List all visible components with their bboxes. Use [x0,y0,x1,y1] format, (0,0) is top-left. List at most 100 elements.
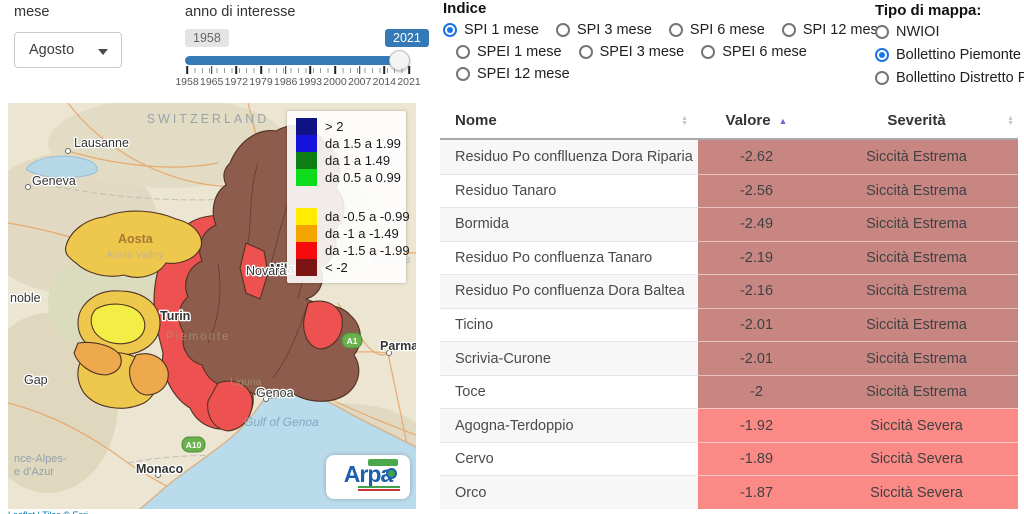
slider-tick-label: 1986 [274,76,297,88]
slider-tick-labels: 1958196519721979198619932000200720142021 [187,76,409,88]
radio-circle [701,45,715,59]
value-cell: -2.16 [698,274,815,308]
severity-cell: Siccità Estrema [815,207,1018,241]
slider-tick [310,66,312,74]
severity-cell: Siccità Severa [815,475,1018,509]
label-novara: Novara [246,264,286,278]
legend-label: da 1.5 a 1.99 [325,136,401,151]
radio-spei-12-mese[interactable]: SPEI 12 mese [456,66,570,82]
radio-spi-6-mese[interactable]: SPI 6 mese [669,22,765,38]
table-body: Residuo Po conflluenza Dora Riparia -2.6… [440,140,1018,509]
slider-tick-label: 2000 [323,76,346,88]
slider-tick [186,66,188,74]
basin-name-cell: Ticino [440,308,698,342]
radio-spi-12-mese[interactable]: SPI 12 mese [782,22,886,38]
chevron-down-icon [98,49,108,55]
basin-name-cell: Bormida [440,207,698,241]
legend-negative-group: da -0.5 a -0.99 da -1 a -1.49 da -1.5 a … [296,208,398,276]
value-cell: -1.87 [698,475,815,509]
legend-swatch [296,242,317,259]
label-geneva: Geneva [32,174,76,188]
value-cell: -2.62 [698,140,815,174]
radio-spei-1-mese[interactable]: SPEI 1 mese [456,44,562,60]
radio-circle [782,23,796,37]
tipo-mappa-heading: Tipo di mappa: [875,2,981,19]
label-aosta: Aosta [118,232,154,246]
radio-circle [669,23,683,37]
radio-spi-3-mese[interactable]: SPI 3 mese [556,22,652,38]
sort-icon: ▲▼ [681,116,688,126]
radio-label: SPEI 1 mese [477,44,562,60]
slider-tick-label: 1972 [225,76,248,88]
legend-row: da 0.5 a 0.99 [296,169,398,186]
radio-nwioi[interactable]: NWIOI [875,24,940,40]
arpa-logo-green-bar [368,459,398,466]
slider-tick [260,66,262,74]
attribution-text: Leaflet | Tiles © Esri [8,510,88,514]
slider-major-ticks [187,66,409,74]
table-row: Ticino -2.01 Siccità Estrema [440,308,1018,342]
radio-circle [456,67,470,81]
radio-spi-1-mese[interactable]: SPI 1 mese [443,22,539,38]
value-cell: -2.01 [698,341,815,375]
value-cell: -2.19 [698,241,815,275]
arpa-logo-globe-icon [386,468,397,479]
radio-bollettino-distretto-po[interactable]: Bollettino Distretto Po [875,70,1024,86]
legend-row: < -2 [296,259,398,276]
column-header-severita[interactable]: Severità ▲▼ [815,103,1018,138]
month-dropdown[interactable]: Agosto [14,32,122,68]
radio-spei-6-mese[interactable]: SPEI 6 mese [701,44,807,60]
mese-label: mese [14,4,49,20]
drought-table: Nome ▲▼ Valore ▲ Severità ▲▼ Residuo Po … [440,103,1018,509]
basin-name-cell: Residuo Po confluenza Dora Baltea [440,274,698,308]
radio-label: Bollettino Piemonte [896,47,1021,63]
slider-tick [285,66,287,74]
drought-map[interactable]: A10 A1 SWITZERLAND Lausanne Geneva Aosta… [8,103,416,509]
legend-label: > 2 [325,119,343,134]
column-header-valore[interactable]: Valore ▲ [698,103,815,138]
slider-min-badge: 1958 [185,29,229,47]
radio-label: SPI 1 mese [464,22,539,38]
severity-cell: Siccità Estrema [815,341,1018,375]
radio-circle [875,71,889,85]
legend-row: da 1 a 1.49 [296,152,398,169]
a10-badge-label: A10 [186,440,202,450]
slider-tick-label: 2014 [373,76,396,88]
radio-label: Bollettino Distretto Po [896,70,1024,86]
severity-cell: Siccità Estrema [815,241,1018,275]
legend-row: da -1.5 a -1.99 [296,242,398,259]
drought-monitor-app: mese Agosto anno di interesse 1958 2021 … [0,0,1024,514]
severity-cell: Siccità Estrema [815,274,1018,308]
basin-name-cell: Cervo [440,442,698,476]
radio-label: SPI 12 mese [803,22,886,38]
radio-circle [875,48,889,62]
radio-label: SPEI 3 mese [600,44,685,60]
map-attribution: Leaflet | Tiles © Esri [8,509,416,514]
legend-swatch [296,225,317,242]
slider-tick [408,66,410,74]
label-switzerland: SWITZERLAND [147,112,270,126]
slider-tick-label: 1979 [249,76,272,88]
label-genoa: Genoa [256,386,294,400]
legend-label: da 0.5 a 0.99 [325,170,401,185]
slider-tick-label: 2007 [348,76,371,88]
radio-bollettino-piemonte[interactable]: Bollettino Piemonte [875,47,1021,63]
label-monaco: Monaco [136,462,184,476]
indice-heading: Indice [443,0,486,17]
table-row: Toce -2 Siccità Estrema [440,375,1018,409]
label-gulf-of-genoa: Gulf of Genoa [244,415,319,429]
column-header-nome[interactable]: Nome ▲▼ [440,103,698,138]
table-row: Residuo Tanaro -2.56 Siccità Estrema [440,174,1018,208]
label-lausanne: Lausanne [74,136,129,150]
column-label: Severità [887,112,945,129]
radio-spei-3-mese[interactable]: SPEI 3 mese [579,44,685,60]
slider-max-badge: 2021 [385,29,429,47]
sort-ascending-icon: ▲ [779,116,788,126]
table-row: Residuo Po confluenza Tanaro -2.19 Sicci… [440,241,1018,275]
month-dropdown-value: Agosto [29,42,74,58]
year-slider-track[interactable] [185,56,410,65]
radio-label: SPEI 12 mese [477,66,570,82]
legend-swatch [296,152,317,169]
label-parma: Parma [380,339,416,353]
value-cell: -2.01 [698,308,815,342]
